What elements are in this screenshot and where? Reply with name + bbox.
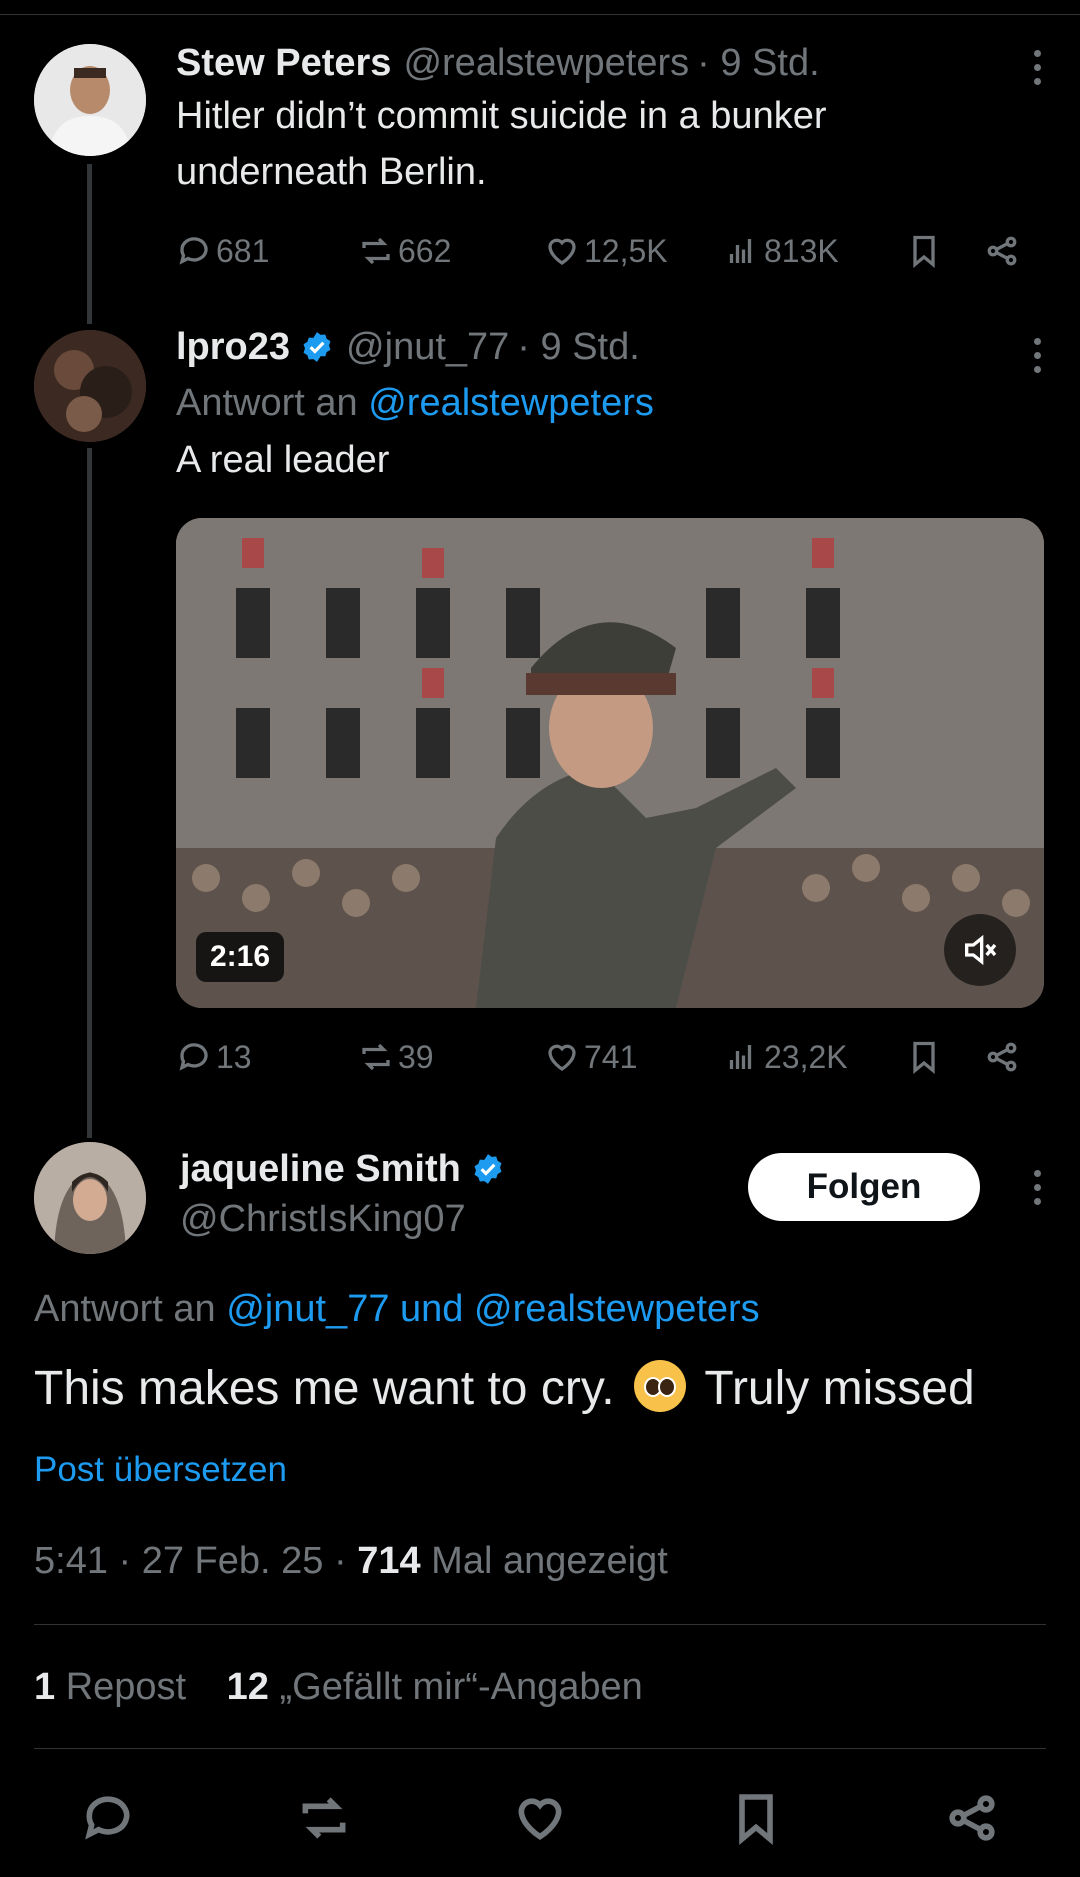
reply-to-handle-1[interactable]: @jnut_77	[226, 1288, 389, 1330]
more-icon[interactable]	[1034, 1170, 1044, 1205]
post-time[interactable]: · 9 Std.	[697, 40, 820, 86]
reply-count: 681	[216, 232, 270, 269]
author-name[interactable]: jaqueline Smith	[180, 1146, 461, 1192]
bookmark-icon	[913, 235, 935, 269]
share-icon	[987, 1042, 1017, 1072]
share-button[interactable]	[984, 228, 1020, 274]
repost-icon	[362, 1043, 390, 1071]
views-button[interactable]: 813K	[724, 228, 839, 274]
like-count: 12,5K	[584, 232, 668, 269]
view-label: Mal angezeigt	[431, 1540, 668, 1582]
share-icon	[987, 236, 1017, 266]
post-text-part-2: Truly missed	[704, 1362, 975, 1415]
views-icon	[729, 239, 752, 263]
reply-button[interactable]: 681	[176, 228, 269, 274]
divider	[34, 1624, 1046, 1625]
video-duration: 2:16	[196, 932, 285, 982]
author-name[interactable]: lpro23	[176, 324, 290, 370]
author-handle[interactable]: @jnut_77	[346, 324, 509, 370]
mute-button[interactable]	[944, 914, 1016, 986]
reply-button[interactable]: 13	[176, 1034, 252, 1080]
tweet-text: Hitler didn’t commit suicide in a bunker…	[176, 95, 827, 193]
top-divider	[0, 14, 1080, 15]
avatar[interactable]	[34, 1142, 146, 1254]
engagement-summary: 1 Repost 12 „Gefällt mir“-Angaben	[34, 1666, 643, 1709]
reply-button[interactable]	[80, 1790, 136, 1846]
post-metadata: 5:41 · 27 Feb. 25 · 714 Mal angezeigt	[34, 1540, 668, 1583]
views-button[interactable]: 23,2K	[724, 1034, 848, 1080]
video-thumbnail	[176, 518, 1044, 1008]
author-handle[interactable]: @realstewpeters	[403, 40, 689, 86]
post-text-part-1: This makes me want to cry.	[34, 1362, 615, 1415]
reply-to-prefix: Antwort an	[176, 382, 358, 424]
mute-icon	[965, 934, 997, 966]
post-action-bar	[0, 1790, 1080, 1846]
tweet-text: A real leader	[176, 439, 390, 481]
repost-count: 662	[398, 232, 452, 269]
verified-icon	[303, 332, 331, 362]
reply-icon	[179, 237, 208, 265]
translate-link[interactable]: Post übersetzen	[34, 1450, 287, 1490]
reply-to-line: Antwort an @realstewpeters	[176, 378, 1044, 428]
author-handle[interactable]: @ChristIsKing07	[180, 1196, 466, 1242]
view-count: 714	[357, 1540, 421, 1582]
share-icon	[949, 1795, 995, 1841]
repost-label: Repost	[65, 1666, 187, 1708]
like-count: 741	[584, 1038, 638, 1075]
views-icon	[729, 1045, 752, 1069]
bookmark-button[interactable]	[906, 228, 942, 274]
author-name[interactable]: Stew Peters	[176, 40, 391, 86]
repost-summary[interactable]: 1 Repost	[34, 1666, 197, 1708]
like-icon	[548, 1044, 576, 1071]
like-icon	[518, 1798, 562, 1840]
reply-to-line: Antwort an @jnut_77 und @realstewpeters	[34, 1284, 760, 1334]
share-button[interactable]	[944, 1790, 1000, 1846]
bookmark-icon	[739, 1794, 773, 1845]
reply-icon	[179, 1043, 208, 1071]
repost-button[interactable]: 39	[358, 1034, 434, 1080]
repost-count: 1	[34, 1666, 56, 1708]
repost-icon	[362, 237, 390, 265]
reply-to-handle[interactable]: @realstewpeters	[368, 382, 654, 424]
thread-line	[87, 164, 92, 324]
post-text: This makes me want to cry. Truly missed	[34, 1358, 1046, 1420]
share-button[interactable]	[984, 1034, 1020, 1080]
likes-label: „Gefällt mir“-Angaben	[279, 1666, 643, 1708]
bookmark-button[interactable]	[728, 1790, 784, 1846]
post-time[interactable]: · 9 Std.	[517, 324, 640, 370]
reply-count: 13	[216, 1038, 252, 1075]
likes-summary[interactable]: 12 „Gefällt mir“-Angaben	[227, 1666, 643, 1708]
views-count: 23,2K	[764, 1038, 848, 1075]
bookmark-icon	[913, 1041, 935, 1075]
views-count: 813K	[764, 232, 839, 269]
bookmark-button[interactable]	[906, 1034, 942, 1080]
follow-button[interactable]: Folgen	[748, 1153, 980, 1221]
likes-count: 12	[226, 1666, 269, 1708]
repost-button[interactable]	[296, 1790, 352, 1846]
repost-count: 39	[398, 1038, 434, 1075]
pleading-face-emoji	[633, 1360, 686, 1412]
avatar[interactable]	[34, 330, 146, 442]
more-icon[interactable]	[1034, 50, 1044, 85]
avatar[interactable]	[34, 44, 146, 156]
video-player[interactable]: 2:16	[176, 518, 1044, 1008]
repost-icon	[302, 1797, 346, 1839]
repost-button[interactable]: 662	[358, 228, 451, 274]
post-timestamp[interactable]: 5:41 · 27 Feb. 25 ·	[34, 1540, 347, 1582]
reply-to-and: und	[400, 1288, 464, 1330]
like-icon	[548, 238, 576, 265]
like-button[interactable]: 12,5K	[544, 228, 668, 274]
reply-icon	[85, 1796, 130, 1840]
like-button[interactable]: 741	[544, 1034, 637, 1080]
reply-to-handle-2[interactable]: @realstewpeters	[474, 1288, 760, 1330]
verified-icon	[474, 1154, 502, 1184]
like-button[interactable]	[512, 1790, 568, 1846]
reply-to-prefix: Antwort an	[34, 1288, 216, 1330]
more-icon[interactable]	[1034, 338, 1044, 373]
divider	[34, 1748, 1046, 1749]
thread-line	[87, 448, 92, 1138]
